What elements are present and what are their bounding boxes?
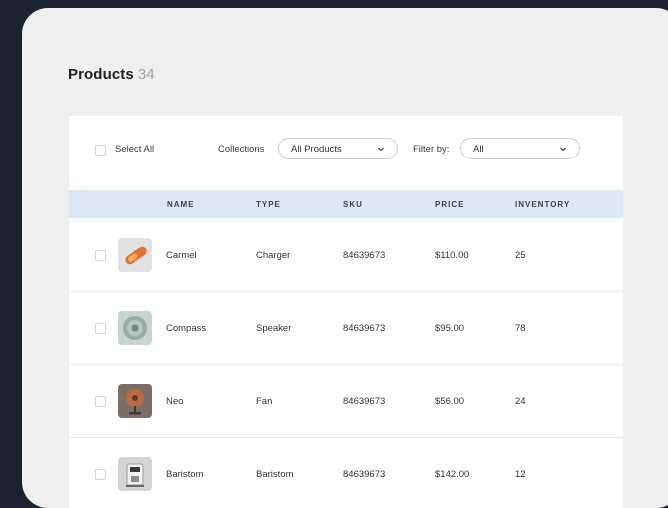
cell-sku: 84639673 [343, 323, 386, 334]
cell-price: $110.00 [435, 250, 469, 261]
collections-dropdown[interactable]: All Products [278, 138, 398, 159]
row-checkbox[interactable] [95, 250, 106, 261]
row-checkbox[interactable] [95, 469, 106, 480]
filter-dropdown[interactable]: All [460, 138, 580, 159]
filter-dropdown-value: All [473, 144, 484, 155]
cell-name: Neo [166, 396, 184, 407]
column-header-type[interactable]: TYPE [256, 200, 281, 209]
collections-dropdown-value: All Products [291, 144, 342, 155]
column-header-inventory[interactable]: INVENTORY [515, 200, 570, 209]
table-row[interactable]: Carmel Charger 84639673 $110.00 25 [69, 219, 623, 292]
products-table-card: Select All Collections All Products Filt… [69, 116, 623, 508]
table-header-row: NAME TYPE SKU PRICE INVENTORY [69, 190, 623, 218]
products-panel: Products 34 Select All Collections All Pr… [22, 8, 668, 508]
table-row[interactable]: Baristom Baristom 84639673 $142.00 12 [69, 438, 623, 508]
table-toolbar: Select All Collections All Products Filt… [69, 116, 623, 182]
cell-sku: 84639673 [343, 250, 386, 261]
select-all-label: Select All [115, 144, 155, 155]
cell-name: Compass [166, 323, 207, 334]
chevron-down-icon [560, 147, 566, 152]
speaker-product-thumb [118, 311, 152, 345]
cell-price: $142.00 [435, 469, 470, 480]
collections-label: Collections [218, 144, 265, 155]
cell-sku: 84639673 [343, 396, 386, 407]
cell-inventory: 12 [515, 469, 526, 480]
fan-product-thumb [118, 384, 152, 418]
page-title: Products 34 [68, 66, 155, 83]
page-title-text: Products [68, 66, 134, 83]
select-all-checkbox[interactable] [95, 145, 106, 156]
cell-type: Fan [256, 396, 273, 407]
cell-type: Speaker [256, 323, 292, 334]
cell-name: Carmel [166, 250, 197, 261]
product-count: 34 [137, 66, 155, 83]
column-header-price[interactable]: PRICE [435, 200, 464, 209]
cell-price: $56.00 [435, 396, 465, 407]
cell-type: Charger [256, 250, 291, 261]
cell-price: $95.00 [435, 323, 465, 334]
chevron-down-icon [378, 147, 384, 152]
cell-inventory: 24 [515, 396, 526, 407]
column-header-sku[interactable]: SKU [343, 200, 363, 209]
table-row[interactable]: Neo Fan 84639673 $56.00 24 [69, 365, 623, 438]
cell-sku: 84639673 [343, 469, 386, 480]
charger-product-thumb [118, 238, 152, 272]
cell-type: Baristom [256, 469, 294, 480]
cell-name: Baristom [166, 469, 204, 480]
row-checkbox[interactable] [95, 323, 106, 334]
cell-inventory: 78 [515, 323, 526, 334]
table-row[interactable]: Compass Speaker 84639673 $95.00 78 [69, 292, 623, 365]
coffee-machine-product-thumb [118, 457, 152, 491]
column-header-name[interactable]: NAME [167, 200, 195, 209]
filter-by-label: Filter by: [413, 144, 450, 155]
cell-inventory: 25 [515, 250, 526, 261]
row-checkbox[interactable] [95, 396, 106, 407]
